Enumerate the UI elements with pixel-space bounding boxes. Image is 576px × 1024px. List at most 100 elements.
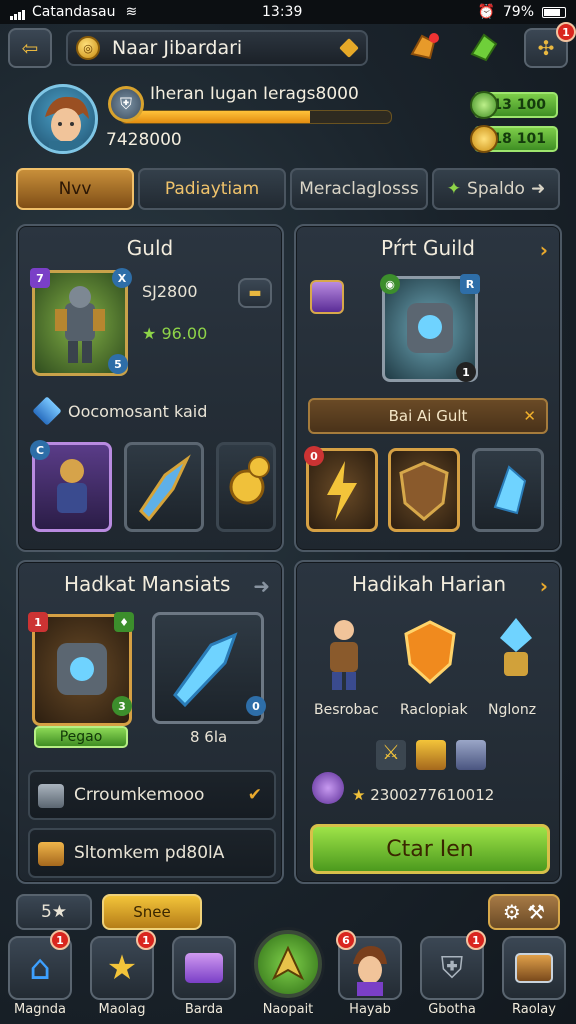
shield-icon bbox=[399, 461, 449, 521]
page-title: Naar Jibardari bbox=[112, 37, 243, 59]
tab-padiaytiam[interactable]: Padiaytiam bbox=[138, 168, 286, 210]
card-num-badge: 3 bbox=[112, 696, 132, 716]
tab-label: Nvv bbox=[58, 179, 92, 199]
port-item-2[interactable] bbox=[388, 448, 460, 532]
hero-portrait-icon bbox=[353, 946, 387, 996]
item-corner-badge: C bbox=[30, 440, 50, 460]
guild-stat-2: ★ 96.00 bbox=[142, 324, 207, 343]
crystal-blade-icon bbox=[139, 454, 191, 522]
hadkat-row-2[interactable]: Sltomkem pd80lA bbox=[28, 828, 276, 878]
blue-cube-icon bbox=[32, 396, 62, 426]
purple-chest-icon bbox=[185, 953, 223, 983]
resource-pill-2[interactable]: 18 101 bbox=[470, 125, 558, 153]
hadikah-title: Hadikah Harian bbox=[352, 572, 507, 596]
metal-cylinder-icon bbox=[38, 784, 64, 808]
xp-bar bbox=[120, 110, 392, 124]
guild-item-2[interactable] bbox=[124, 442, 204, 532]
card-corner-badge: 1 bbox=[28, 612, 48, 632]
hero-2-label: Raclopiak bbox=[400, 702, 468, 718]
tab-bar: Nvv Padiaytiam Meraclaglosss ✦ Spaldo ➜ bbox=[16, 168, 560, 212]
status-bar: Catandasau ≋ 13:39 ⏰ 79% bbox=[0, 0, 576, 24]
tab-label: Meraclaglosss bbox=[299, 179, 419, 199]
hero-3-label: Nglonz bbox=[488, 702, 537, 718]
chevron-right-icon[interactable]: › bbox=[540, 574, 548, 598]
gear-icon: ⚙ ⚒ bbox=[502, 900, 546, 924]
hero-2[interactable] bbox=[392, 612, 468, 692]
hero-1[interactable] bbox=[306, 612, 382, 692]
tab-spaldo[interactable]: ✦ Spaldo ➜ bbox=[432, 168, 560, 210]
steel-block-icon bbox=[456, 740, 486, 770]
tab-nvv[interactable]: Nvv bbox=[16, 168, 134, 210]
start-button[interactable]: Ctar Ien bbox=[310, 824, 550, 874]
close-x-icon[interactable]: ✕ bbox=[523, 407, 536, 425]
tools-icon: ✣ bbox=[537, 36, 555, 60]
nav-label: Magnda bbox=[14, 1002, 66, 1017]
currency-total: 7428000 bbox=[106, 130, 182, 150]
guild-coin-icon: ◎ bbox=[76, 36, 100, 60]
port-item-3[interactable] bbox=[472, 448, 544, 532]
tab-label: Padiaytiam bbox=[164, 179, 260, 199]
hadkat-card-1-label[interactable]: Pegao bbox=[34, 726, 128, 748]
guild-item-3[interactable] bbox=[216, 442, 276, 532]
green-crystal-icon[interactable] bbox=[466, 32, 500, 62]
hero-3[interactable] bbox=[478, 612, 554, 692]
xp-line: ⛨ Iheran Iugan Ierags8000 bbox=[108, 84, 392, 124]
guild-title: Guld bbox=[126, 236, 174, 260]
sword-icon: ⚔ bbox=[376, 740, 406, 770]
green-emblem-icon bbox=[271, 945, 305, 981]
ice-crystal-icon bbox=[493, 465, 527, 515]
back-button[interactable]: ⇦ bbox=[8, 28, 52, 68]
fighter-icon bbox=[330, 620, 358, 690]
card-small-badge: 5 bbox=[108, 354, 128, 374]
tools-button[interactable]: ⚙ ⚒ bbox=[488, 894, 560, 930]
hadikah-panel: Hadikah Harian › Besrobac Raclopiak Nglo… bbox=[294, 560, 562, 884]
arrow-right-icon[interactable]: ➜ bbox=[253, 574, 270, 598]
nav-label: Hayab bbox=[349, 1002, 391, 1017]
port-guild-action-button[interactable]: Bai Ai Gult ✕ bbox=[308, 398, 548, 434]
card-corner-badge: X bbox=[112, 268, 132, 288]
guild-panel: Guld 7 X 5 SJ2800 ★ 96.00 ▬ Oocomosant k… bbox=[16, 224, 284, 552]
tab-meraclaglosss[interactable]: Meraclaglosss bbox=[290, 168, 428, 210]
guild-stat-1: SJ2800 bbox=[142, 282, 198, 301]
hadikah-reward-text: ★ 2300277610012 bbox=[352, 786, 494, 804]
treasure-chest-icon bbox=[515, 953, 553, 983]
hadkat-row-1[interactable]: Crroumkemooo ✔ bbox=[28, 770, 276, 820]
nav-naopait-button[interactable] bbox=[254, 930, 322, 998]
carrier-name: Catandasau bbox=[32, 4, 116, 20]
guild-subtitle: Oocomosant kaid bbox=[68, 402, 208, 421]
chevron-right-icon[interactable]: › bbox=[540, 238, 548, 262]
nav-label: Maolag bbox=[98, 1002, 146, 1017]
stars-button[interactable]: 5★ bbox=[16, 894, 92, 930]
hadkat-panel: Hadkat Mansiats ➜ 1 ♦ 3 Pegao 0 8 6la Cr… bbox=[16, 560, 284, 884]
gold-button[interactable]: Snee bbox=[102, 894, 202, 930]
nav-badge: 1 bbox=[50, 930, 70, 950]
gold-coins-icon bbox=[229, 456, 270, 505]
card-r-icon: R bbox=[460, 274, 480, 294]
reward-value: 2300277610012 bbox=[370, 786, 495, 804]
purple-cube-icon bbox=[310, 280, 344, 314]
gold-medal-icon bbox=[470, 125, 498, 153]
nav-barda[interactable] bbox=[172, 936, 236, 1000]
clock: 13:39 bbox=[262, 4, 303, 20]
nav-label: Barda bbox=[184, 1002, 224, 1017]
guild-info-button[interactable]: ▬ bbox=[238, 278, 272, 308]
top-bar: ⇦ ◎ Naar Jibardari ✣ 1 bbox=[8, 22, 576, 70]
gold-box-icon bbox=[38, 842, 64, 866]
armor-icon: ⛨ bbox=[440, 950, 464, 986]
tab-label: Spaldo bbox=[467, 179, 525, 199]
nav-raolay[interactable] bbox=[502, 936, 566, 1000]
xp-text: Iheran Iugan Ierags8000 bbox=[150, 84, 359, 104]
port-guild-panel: Pŕrt Guild › ◉ R 1 Bai Ai Gult ✕ 0 bbox=[294, 224, 562, 552]
chest-icon: ▬ bbox=[248, 285, 262, 301]
resource-1-value: 13 100 bbox=[492, 97, 546, 113]
player-avatar[interactable] bbox=[28, 84, 98, 154]
resource-pill-1[interactable]: 13 100 bbox=[470, 91, 558, 119]
title-bar[interactable]: ◎ Naar Jibardari bbox=[66, 30, 368, 66]
ice-warrior-icon bbox=[500, 618, 532, 676]
alarm-icon: ⏰ bbox=[477, 4, 495, 20]
purple-orb-icon bbox=[312, 772, 344, 804]
orange-crystal-icon[interactable] bbox=[406, 32, 440, 62]
nav-label: Gbotha bbox=[428, 1002, 476, 1017]
card-shield-icon: ◉ bbox=[380, 274, 400, 294]
dropdown-diamond-icon[interactable] bbox=[339, 38, 359, 58]
